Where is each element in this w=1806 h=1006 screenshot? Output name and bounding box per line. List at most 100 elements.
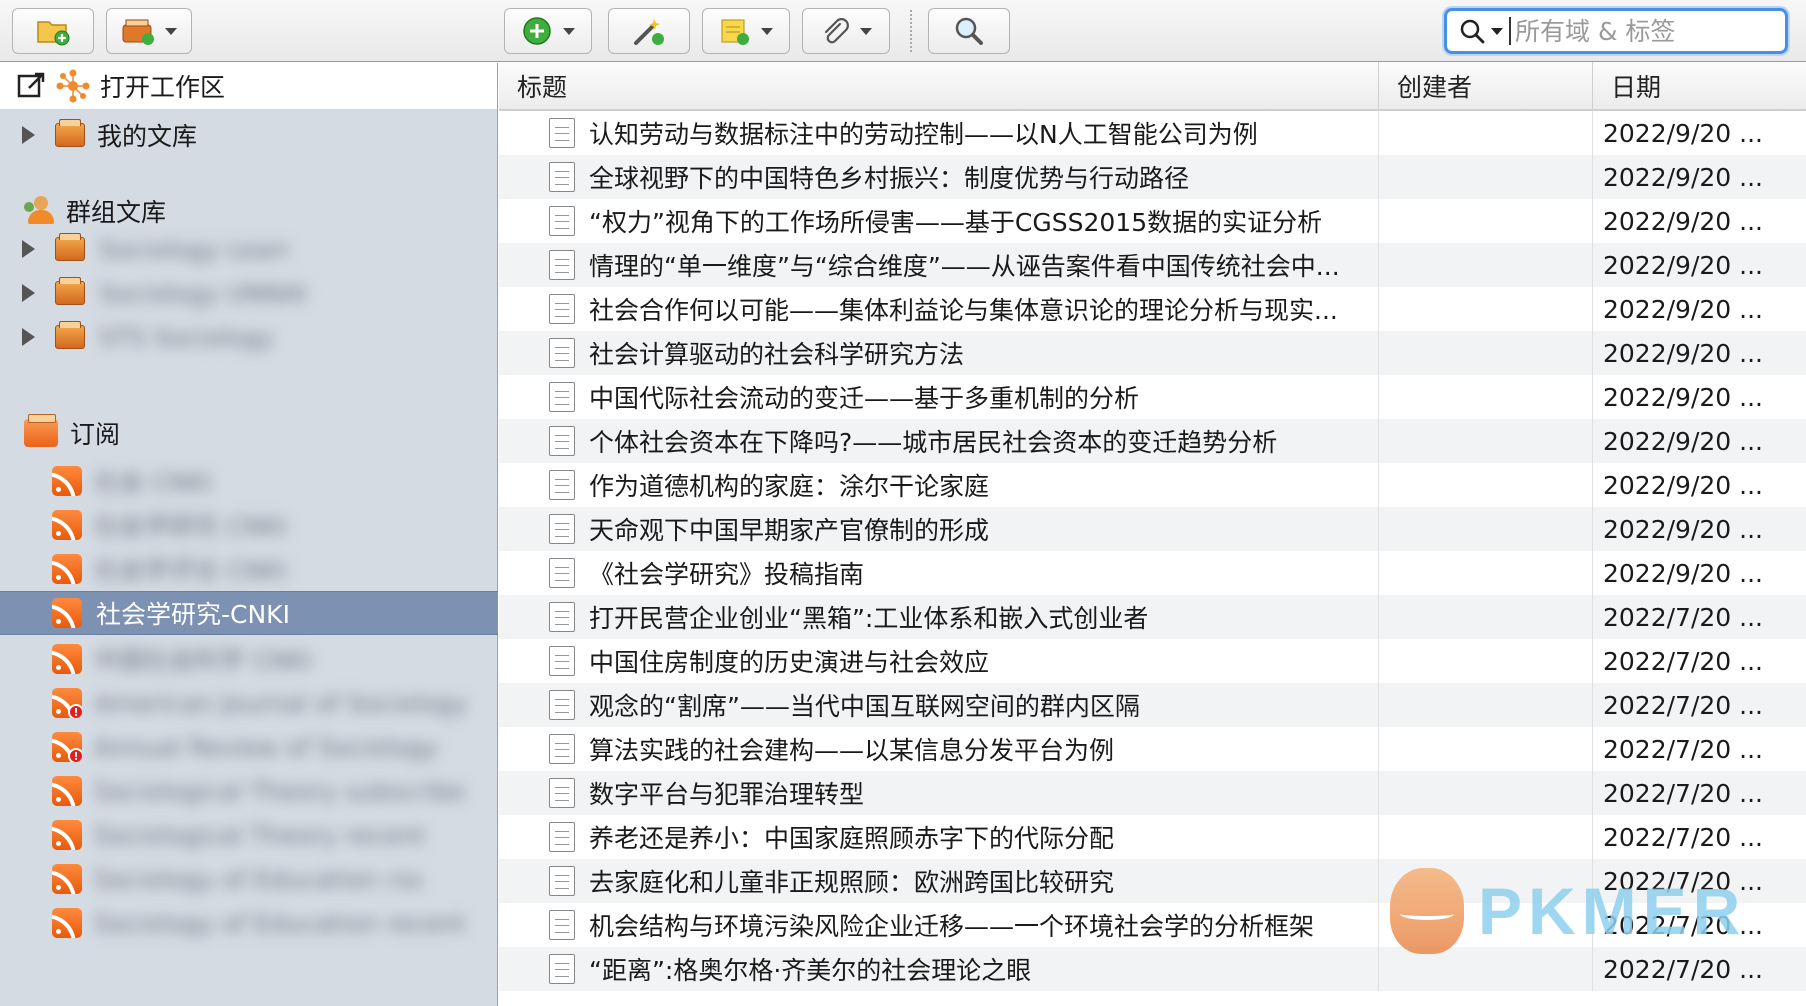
feed-label: 社会 CNKI (94, 468, 212, 497)
new-note-button[interactable] (702, 8, 790, 54)
feed-item[interactable]: 中国社会科学 CNKI (0, 637, 498, 681)
table-row[interactable]: 数字平台与犯罪治理转型 2022/7/20 ... (499, 771, 1806, 815)
feeds-header[interactable]: 订阅 (0, 411, 498, 455)
feed-item[interactable]: ! American Journal of Sociology (0, 681, 498, 725)
table-row[interactable]: 养老还是养小：中国家庭照顾赤字下的代际分配 2022/7/20 ... (499, 815, 1806, 859)
item-creator (1379, 595, 1593, 639)
item-creator (1379, 771, 1593, 815)
open-workspace-button[interactable]: 打开工作区 (0, 63, 497, 109)
expand-triangle-icon[interactable] (22, 284, 35, 302)
cell-title: 观念的“割席”——当代中国互联网空间的群内区隔 (499, 683, 1379, 727)
feed-item-selected[interactable]: 社会学研究-CNKI (0, 591, 498, 635)
cell-title: 去家庭化和儿童非正规照顾：欧洲跨国比较研究 (499, 859, 1379, 903)
expand-triangle-icon[interactable] (22, 240, 35, 258)
group-icon (24, 196, 56, 226)
search-icon[interactable] (1459, 18, 1485, 44)
table-row[interactable]: “权力”视角下的工作场所侵害——基于CGSS2015数据的实证分析 2022/9/… (499, 199, 1806, 243)
cell-title: 养老还是养小：中国家庭照顾赤字下的代际分配 (499, 815, 1379, 859)
item-date: 2022/7/20 ... (1603, 822, 1763, 852)
group-library-label: Sociology UNNAI (99, 278, 308, 308)
group-library-item[interactable]: Sociology UNNAI (0, 271, 498, 315)
feed-item[interactable]: 社会 CNKI (0, 459, 498, 503)
item-date: 2022/7/20 ... (1603, 646, 1763, 676)
table-row[interactable]: 《社会学研究》投稿指南 2022/9/20 ... (499, 551, 1806, 595)
cell-title: 中国住房制度的历史演进与社会效应 (499, 639, 1379, 683)
item-creator (1379, 287, 1593, 331)
item-creator (1379, 463, 1593, 507)
item-title: 数字平台与犯罪治理转型 (589, 780, 865, 809)
search-box[interactable] (1444, 8, 1788, 54)
rss-icon (52, 864, 82, 894)
feed-item[interactable]: Sociological Theory recent (0, 813, 498, 857)
library-icon (55, 277, 85, 305)
table-row[interactable]: 天命观下中国早期家产官僚制的形成 2022/9/20 ... (499, 507, 1806, 551)
column-header-creator[interactable]: 创建者 (1379, 62, 1593, 110)
rss-icon (52, 776, 82, 806)
feed-item[interactable]: Sociology of Education recent (0, 901, 498, 945)
feed-label: 社会学评论 CNKI (94, 556, 287, 585)
add-by-identifier-button[interactable] (608, 8, 690, 54)
magic-wand-icon (634, 19, 664, 45)
cell-title: 情理的“单一维度”与“综合维度”——从诬告案件看中国传统社会中... (499, 243, 1379, 287)
item-date: 2022/9/20 ... (1603, 470, 1763, 500)
column-header-title[interactable]: 标题 (499, 62, 1379, 110)
table-row[interactable]: 个体社会资本在下降吗?——城市居民社会资本的变迁趋势分析 2022/9/20 ..… (499, 419, 1806, 463)
group-library-item[interactable]: Sociology Learn (0, 227, 498, 271)
table-row[interactable]: 中国代际社会流动的变迁——基于多重机制的分析 2022/9/20 ... (499, 375, 1806, 419)
add-attachment-button[interactable] (802, 8, 890, 54)
table-row[interactable]: 打开民营企业创业“黑箱”:工业体系和嵌入式创业者 2022/7/20 ... (499, 595, 1806, 639)
cell-title: 社会合作何以可能——集体利益论与集体意识论的理论分析与现实... (499, 287, 1379, 331)
table-row[interactable]: 情理的“单一维度”与“综合维度”——从诬告案件看中国传统社会中... 2022/9… (499, 243, 1806, 287)
item-creator (1379, 815, 1593, 859)
feed-item[interactable]: ! Annual Review of Sociology (0, 725, 498, 769)
rss-icon (52, 554, 82, 584)
search-mode-chevron-icon[interactable] (1491, 27, 1503, 35)
toolbar-separator (910, 10, 912, 52)
search-input[interactable] (1509, 17, 1769, 45)
new-item-button[interactable] (504, 8, 592, 54)
document-icon (549, 602, 575, 632)
table-row[interactable]: 社会计算驱动的社会科学研究方法 2022/9/20 ... (499, 331, 1806, 375)
document-icon (549, 470, 575, 500)
document-icon (549, 954, 575, 984)
item-title: 天命观下中国早期家产官僚制的形成 (589, 516, 990, 545)
feed-item[interactable]: 社会学评论 CNKI (0, 547, 498, 591)
item-date: 2022/9/20 ... (1603, 558, 1763, 588)
advanced-search-button[interactable] (928, 8, 1010, 54)
expand-triangle-icon[interactable] (22, 328, 35, 346)
my-library-item[interactable]: 我的文库 (0, 113, 498, 157)
library-icon (55, 321, 85, 349)
feed-item[interactable]: Sociology of Education rss (0, 857, 498, 901)
table-row[interactable]: 社会合作何以可能——集体利益论与集体意识论的理论分析与现实... 2022/9/2… (499, 287, 1806, 331)
feed-item[interactable]: Sociological Theory subscribe (0, 769, 498, 813)
item-date: 2022/7/20 ... (1603, 734, 1763, 764)
item-title: 养老还是养小：中国家庭照顾赤字下的代际分配 (589, 824, 1115, 853)
document-icon (549, 250, 575, 280)
cell-title: 个体社会资本在下降吗?——城市居民社会资本的变迁趋势分析 (499, 419, 1379, 463)
expand-triangle-icon[interactable] (22, 126, 35, 144)
item-creator (1379, 111, 1593, 155)
column-header-date[interactable]: 日期 (1593, 62, 1806, 110)
group-library-item[interactable]: STS Sociology (0, 315, 498, 359)
cell-title: 打开民营企业创业“黑箱”:工业体系和嵌入式创业者 (499, 595, 1379, 639)
table-row[interactable]: 作为道德机构的家庭：涂尔干论家庭 2022/9/20 ... (499, 463, 1806, 507)
new-library-menu-button[interactable] (106, 8, 192, 54)
document-icon (549, 294, 575, 324)
item-title: 去家庭化和儿童非正规照顾：欧洲跨国比较研究 (589, 868, 1115, 897)
rss-icon (52, 466, 82, 496)
open-external-icon (17, 72, 45, 98)
item-date: 2022/7/20 ... (1603, 602, 1763, 632)
feed-label: Annual Review of Sociology (94, 732, 439, 762)
cell-title: 作为道德机构的家庭：涂尔干论家庭 (499, 463, 1379, 507)
new-collection-button[interactable] (12, 8, 94, 54)
table-row[interactable]: 中国住房制度的历史演进与社会效应 2022/7/20 ... (499, 639, 1806, 683)
group-libraries-label: 群组文库 (66, 198, 167, 227)
chevron-down-icon (165, 27, 177, 35)
item-creator (1379, 639, 1593, 683)
table-row[interactable]: 全球视野下的中国特色乡村振兴：制度优势与行动路径 2022/9/20 ... (499, 155, 1806, 199)
table-row[interactable]: 观念的“割席”——当代中国互联网空间的群内区隔 2022/7/20 ... (499, 683, 1806, 727)
table-row[interactable]: 认知劳动与数据标注中的劳动控制——以N人工智能公司为例 2022/9/20 ... (499, 111, 1806, 155)
table-row[interactable]: 算法实践的社会建构——以某信息分发平台为例 2022/7/20 ... (499, 727, 1806, 771)
document-icon (549, 426, 575, 456)
feed-item[interactable]: 社会学研究 CNKI (0, 503, 498, 547)
